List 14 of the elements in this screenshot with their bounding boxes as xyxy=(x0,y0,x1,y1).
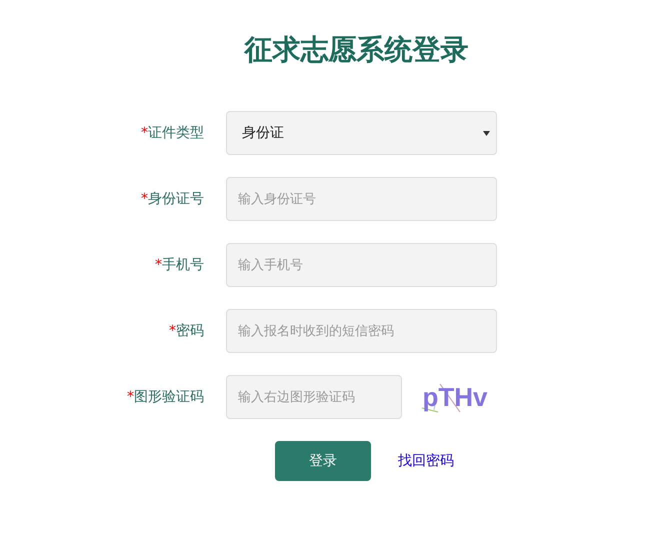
input-field[interactable]: 输入身份证号 xyxy=(226,177,497,221)
field-label: *手机号 xyxy=(154,256,204,274)
page-title: 征求志愿系统登录 xyxy=(242,32,470,68)
recover-password-link[interactable]: 找回密码 xyxy=(398,452,454,470)
input-field[interactable]: 输入手机号 xyxy=(226,243,497,287)
field-label: *身份证号 xyxy=(140,190,204,208)
login-button[interactable]: 登录 xyxy=(275,441,371,481)
field-label: *图形验证码 xyxy=(126,388,204,406)
input-field[interactable]: 输入报名时收到的短信密码 xyxy=(226,309,497,353)
field-label: *密码 xyxy=(168,322,204,340)
caret-icon xyxy=(483,130,490,136)
field-label: *证件类型 xyxy=(140,124,204,142)
id-type-select[interactable]: 身份证 xyxy=(226,111,497,155)
input-field[interactable]: 输入右边图形验证码 xyxy=(226,375,402,419)
